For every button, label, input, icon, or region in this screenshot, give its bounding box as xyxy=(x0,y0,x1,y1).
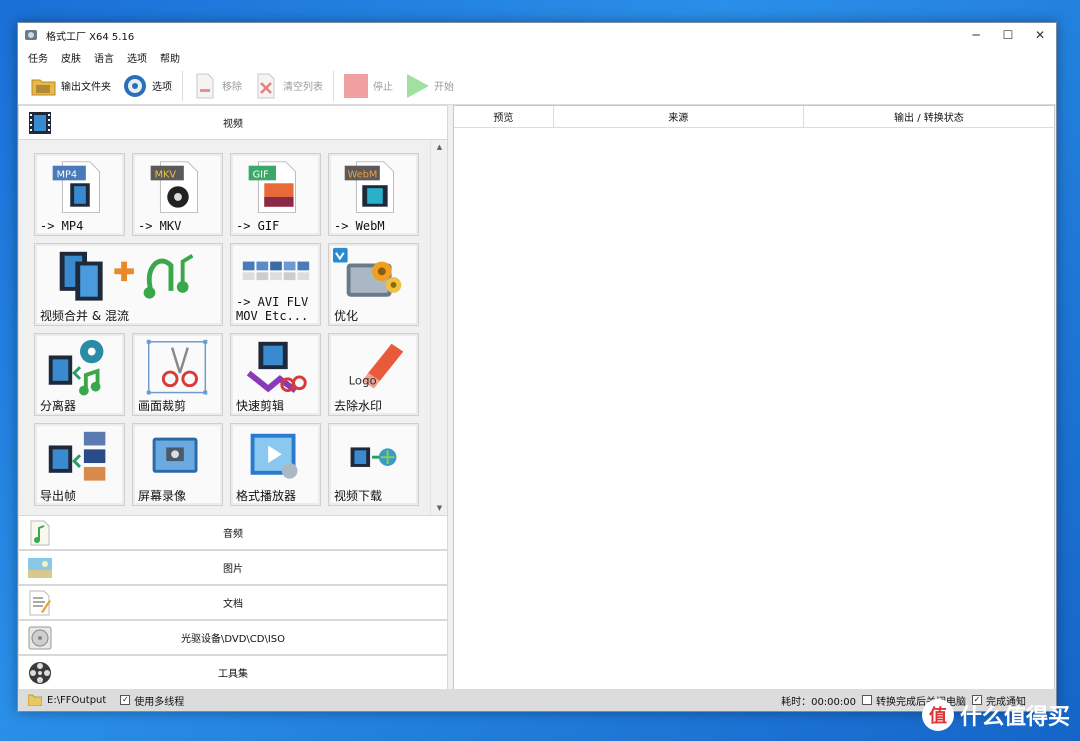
tile-to-mkv[interactable]: MKV -> MKV xyxy=(132,153,223,236)
tile-label: -> GIF xyxy=(236,219,280,233)
tile-label: 屏幕录像 xyxy=(138,489,187,503)
output-folder-button[interactable]: 输出文件夹 xyxy=(30,70,111,102)
tile-to-mp4[interactable]: MP4 -> MP4 xyxy=(34,153,125,236)
clear-list-icon xyxy=(252,72,280,100)
tile-remove-watermark[interactable]: Logo 去除水印 xyxy=(328,333,419,416)
app-window: 格式工厂 X64 5.16 ─ ☐ ✕ 任务 皮肤 语言 选项 帮助 输出文件夹 xyxy=(17,22,1057,712)
tiles-scrollbar[interactable]: ▲ ▼ xyxy=(430,140,447,515)
scroll-up-arrow-icon[interactable]: ▲ xyxy=(431,140,448,154)
toolbar-separator xyxy=(182,70,183,101)
video-tools-grid: MP4 -> MP4 MKV -> MKV GIF -> GIF WebM ->… xyxy=(18,140,448,515)
tile-label: 去除水印 xyxy=(334,399,383,413)
start-button[interactable]: 开始 xyxy=(403,70,454,102)
music-note-icon xyxy=(30,520,50,546)
shutdown-checkbox[interactable] xyxy=(862,695,872,705)
watermark-text: 什么值得买 xyxy=(959,705,1070,730)
svg-text:MKV: MKV xyxy=(155,169,177,180)
category-image[interactable]: 图片 xyxy=(18,550,448,585)
menu-bar: 任务 皮肤 语言 选项 帮助 xyxy=(18,47,1056,67)
tile-label: 画面裁剪 xyxy=(138,399,187,413)
tile-label: -> MKV xyxy=(138,219,182,233)
task-list-header: 预览 来源 输出 / 转换状态 xyxy=(454,106,1054,128)
options-button[interactable]: 选项 xyxy=(121,70,172,102)
tile-label: 快速剪辑 xyxy=(236,399,285,413)
multithread-label: 使用多线程 xyxy=(134,696,185,708)
elapsed-time: 耗时：00:00:00 xyxy=(781,696,856,708)
gear-icon xyxy=(121,72,149,100)
tile-label: 格式播放器 xyxy=(236,489,297,503)
clear-list-button[interactable]: 清空列表 xyxy=(252,70,323,102)
disc-drive-icon xyxy=(28,626,52,650)
column-source[interactable]: 来源 xyxy=(554,106,804,127)
svg-text:MP4: MP4 xyxy=(57,169,78,180)
category-panel: 视频 MP4 -> MP4 MKV -> MKV GIF -> GIF WebM… xyxy=(18,105,448,690)
menu-skin[interactable]: 皮肤 xyxy=(61,50,81,65)
category-tools[interactable]: 工具集 xyxy=(18,655,448,690)
category-document[interactable]: 文档 xyxy=(18,585,448,620)
tile-crop[interactable]: 画面裁剪 xyxy=(132,333,223,416)
watermark-logo-icon: 值 xyxy=(921,699,954,731)
menu-task[interactable]: 任务 xyxy=(28,50,48,65)
tile-export-frames[interactable]: 导出帧 xyxy=(34,423,125,506)
category-optical-disc[interactable]: 光驱设备\DVD\CD\ISO xyxy=(18,620,448,655)
tile-label: 分离器 xyxy=(40,399,77,413)
tile-merge-mux[interactable]: 视频合并 & 混流 xyxy=(34,243,223,326)
close-button[interactable]: ✕ xyxy=(1024,23,1056,47)
svg-text:Logo: Logo xyxy=(349,374,377,388)
maximize-button[interactable]: ☐ xyxy=(992,23,1024,47)
tile-format-player[interactable]: 格式播放器 xyxy=(230,423,321,506)
column-preview[interactable]: 预览 xyxy=(454,106,554,127)
play-icon xyxy=(403,72,431,100)
folder-icon xyxy=(28,694,42,706)
window-title: 格式工厂 X64 5.16 xyxy=(46,31,135,43)
column-output-status[interactable]: 输出 / 转换状态 xyxy=(804,106,1054,127)
tile-label: -> MP4 xyxy=(40,219,84,233)
menu-language[interactable]: 语言 xyxy=(94,50,114,65)
tile-to-webm[interactable]: WebM -> WebM xyxy=(328,153,419,236)
scroll-down-arrow-icon[interactable]: ▼ xyxy=(431,501,448,515)
film-reel-icon xyxy=(29,662,51,684)
tile-splitter[interactable]: 分离器 xyxy=(34,333,125,416)
multithread-checkbox[interactable]: ✓ xyxy=(120,695,131,705)
film-strip-icon xyxy=(29,112,51,134)
folder-icon xyxy=(30,72,58,100)
tile-label: 优化 xyxy=(334,309,359,323)
remove-button[interactable]: 移除 xyxy=(191,70,242,102)
status-bar: E:\FFOutput ✓ 使用多线程 耗时：00:00:00 转换完成后关闭电… xyxy=(18,689,1056,711)
stop-icon xyxy=(342,72,370,100)
tile-screen-record[interactable]: 屏幕录像 xyxy=(132,423,223,506)
svg-text:WebM: WebM xyxy=(348,169,378,180)
minimize-button[interactable]: ─ xyxy=(960,23,992,47)
svg-text:GIF: GIF xyxy=(253,169,269,180)
menu-help[interactable]: 帮助 xyxy=(160,50,180,65)
tile-to-avi-flv-mov[interactable]: -> AVI FLV MOV Etc... xyxy=(230,243,321,326)
toolbar: 输出文件夹 选项 移除 清空列表 停止 开始 xyxy=(18,67,1056,105)
tile-label: 视频下载 xyxy=(334,489,383,503)
tile-optimize[interactable]: 优化 xyxy=(328,243,419,326)
tile-label: -> AVI FLV MOV Etc... xyxy=(236,295,309,323)
task-list[interactable]: 预览 来源 输出 / 转换状态 xyxy=(453,105,1055,690)
tile-quick-cut[interactable]: 快速剪辑 xyxy=(230,333,321,416)
scroll-thumb[interactable] xyxy=(434,156,444,496)
tile-label: 导出帧 xyxy=(40,489,77,503)
stop-button[interactable]: 停止 xyxy=(342,70,393,102)
tile-to-gif[interactable]: GIF -> GIF xyxy=(230,153,321,236)
tile-label: 视频合并 & 混流 xyxy=(40,309,129,323)
site-watermark: 值 什么值得买 xyxy=(921,699,1070,731)
title-bar[interactable]: 格式工厂 X64 5.16 ─ ☐ ✕ xyxy=(18,23,1056,47)
menu-options[interactable]: 选项 xyxy=(127,50,147,65)
output-path[interactable]: E:\FFOutput xyxy=(47,695,106,706)
tile-label: -> WebM xyxy=(334,219,385,233)
category-audio[interactable]: 音频 xyxy=(18,515,448,550)
category-video[interactable]: 视频 xyxy=(18,105,448,140)
tile-video-download[interactable]: 视频下载 xyxy=(328,423,419,506)
remove-file-icon xyxy=(191,72,219,100)
app-logo-icon xyxy=(25,30,37,40)
picture-icon xyxy=(28,558,52,578)
toolbar-separator xyxy=(333,70,334,101)
document-icon xyxy=(29,590,51,616)
